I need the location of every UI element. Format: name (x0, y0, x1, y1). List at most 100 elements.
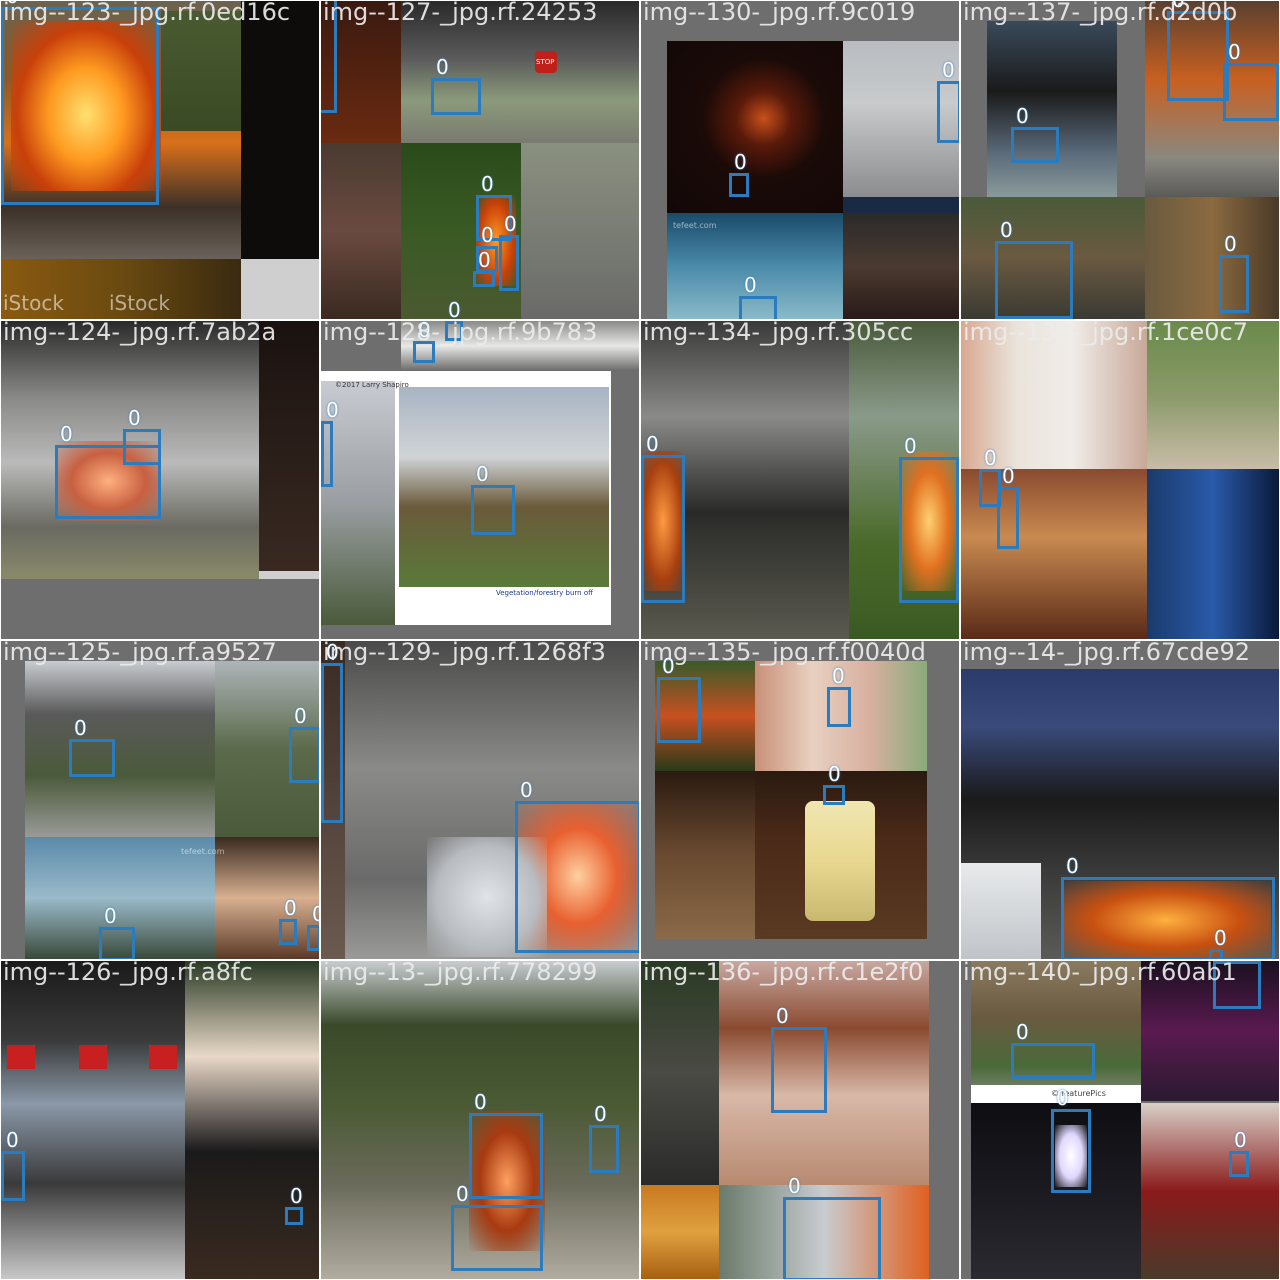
tile-1: iStock iStock 0 img--123-_jpg.rf.0ed16c (1, 1, 319, 319)
class-label: 0 (1016, 104, 1029, 128)
tefeet-watermark: tefeet.com (181, 847, 225, 856)
detection-box: 0 (641, 433, 685, 603)
scene-red-candle (1141, 1103, 1279, 1279)
tile-6: ©2017 Larry Shapiro Vegetation/forestry … (321, 321, 639, 639)
detection-box: 0 (997, 465, 1019, 549)
class-label: 0 (594, 1102, 607, 1126)
mosaic-grid: iStock iStock 0 img--123-_jpg.rf.0ed16c … (0, 0, 1280, 1280)
class-label: 0 (294, 704, 307, 728)
detection-box: 0 (279, 897, 297, 945)
detection-box: 0 (431, 56, 481, 115)
detection-box: 0 (783, 1175, 881, 1279)
detection-box: 0 (469, 1091, 543, 1199)
detection-box: 0 (321, 641, 343, 823)
class-label: 0 (788, 1174, 801, 1198)
class-label: 0 (1000, 218, 1013, 242)
detection-box: 0 (123, 407, 161, 465)
tile-14: 0 0 0 img--13-_jpg.rf.778299 (321, 961, 639, 1279)
tile-9: tefeet.com 0 0 0 0 0 img--125-_jpg.rf.a9… (1, 641, 319, 959)
detection-box: 0 (499, 213, 519, 291)
scene-police-car (641, 961, 719, 1185)
tile-label: img--126-_jpg.rf.a8fc (3, 961, 253, 986)
scene-man (655, 771, 755, 939)
scene-dark-right (241, 1, 319, 259)
tile-label: img--127-_jpg.rf.24253 (323, 1, 598, 26)
detection-box: 0 (69, 717, 115, 777)
class-label: 0 (776, 1004, 789, 1028)
tile-5: 0 0 img--124-_jpg.rf.7ab2a (1, 321, 319, 639)
scene-white-car (961, 863, 1041, 959)
class-label: 0 (832, 664, 845, 688)
stop-text: STOP (536, 58, 555, 66)
detection-box: 0 (1, 1129, 25, 1201)
class-label: 0 (984, 446, 997, 470)
tile-label: img--123-_jpg.rf.0ed16c (3, 1, 291, 26)
class-label: 0 (734, 150, 747, 174)
class-label: 0 (6, 1128, 19, 1152)
class-label: 0 (326, 398, 339, 422)
scene-signal-x (149, 1045, 177, 1069)
scene-dark-right (259, 321, 319, 579)
tile-12: 0 0 img--14-_jpg.rf.67cde92 (961, 641, 1279, 959)
tile-label: img--129-_jpg.rf.1268f3 (323, 641, 606, 666)
tile-label: img--140-_jpg.rf.60ab1 (963, 961, 1237, 986)
detection-box: 0 (1011, 1021, 1095, 1079)
class-label: 0 (1002, 464, 1015, 488)
detection-box: 0 (995, 219, 1073, 319)
detection-box: 0 (1219, 233, 1249, 313)
detection-box: 0 (823, 763, 845, 805)
detection-box: 0 (729, 151, 749, 197)
scene-smoke-highway (987, 21, 1117, 197)
scene-dark-fire (667, 41, 843, 213)
tile-3: tefeet.com 0 0 0 img--130-_jpg.rf.9c019 (641, 1, 959, 319)
tile-label: img--13-_jpg.rf.778299 (323, 961, 598, 986)
class-label: 0 (1066, 854, 1079, 878)
class-label: 0 (312, 902, 319, 926)
class-label: 0 (284, 896, 297, 920)
detection-box: 0 (451, 1183, 543, 1271)
scene-woman-smoking (185, 961, 319, 1279)
class-label: 0 (942, 58, 955, 82)
detection-box: 0 (589, 1103, 619, 1173)
class-label: 0 (1234, 1128, 1247, 1152)
tile-label: img--14-_jpg.rf.67cde92 (963, 641, 1251, 666)
scene-truck-smoke (25, 661, 215, 837)
detection-box: 0 (307, 903, 319, 951)
scene-trees (161, 11, 241, 131)
detection-box: 0 (99, 905, 135, 959)
tile-label: img--130-_jpg.rf.9c019 (643, 1, 916, 26)
scene-signal-x (79, 1045, 107, 1069)
class-label: 0 (646, 432, 659, 456)
class-label: 0 (104, 904, 117, 928)
detection-box: 0 (473, 249, 495, 287)
tile-11: 0 0 0 img--135-_jpg.rf.f0040d (641, 641, 959, 959)
scene-blue-sign (843, 197, 959, 213)
tefeet-watermark: tefeet.com (673, 221, 717, 230)
tile-4: 0 0 0 0 0 img--137-_jpg.rf.d2d0b (961, 1, 1279, 319)
detection-box: 0 (899, 435, 959, 603)
detection-box: 0 (1, 1, 159, 205)
tile-16: © featurePics 0 0 0 0 img--140-_jpg.rf.6… (961, 961, 1279, 1279)
scene-bottom-grey (241, 259, 319, 319)
detection-box: 0 (1209, 927, 1227, 959)
scene-woman (215, 837, 319, 959)
caption-text: Vegetation/forestry burn off (496, 589, 593, 597)
detection-box: 0 (827, 665, 851, 727)
scene-child (843, 213, 959, 319)
class-label: 0 (476, 462, 489, 486)
class-label: 0 (1214, 926, 1227, 950)
tile-label: img--134-_jpg.rf.305cc (643, 321, 914, 346)
tile-2: STOP 0 0 0 0 0 0 0 img--127-_jpg.rf.2425… (321, 1, 639, 319)
class-label: 0 (1228, 40, 1241, 64)
detection-box: 0 (739, 274, 777, 319)
detection-box: 0 (937, 59, 959, 143)
tile-label: img--124-_jpg.rf.7ab2a (3, 321, 277, 346)
detection-box: 0 (285, 1185, 303, 1225)
detection-box: 0 (515, 779, 639, 953)
tile-13: 0 0 img--126-_jpg.rf.a8fc (1, 961, 319, 1279)
detection-box: 0 (321, 399, 339, 487)
class-label: 0 (1016, 1020, 1029, 1044)
tile-label: img--136-_jpg.rf.c1e2f0 (643, 961, 924, 986)
scene-flowers (321, 143, 401, 319)
class-label: 0 (520, 778, 533, 802)
